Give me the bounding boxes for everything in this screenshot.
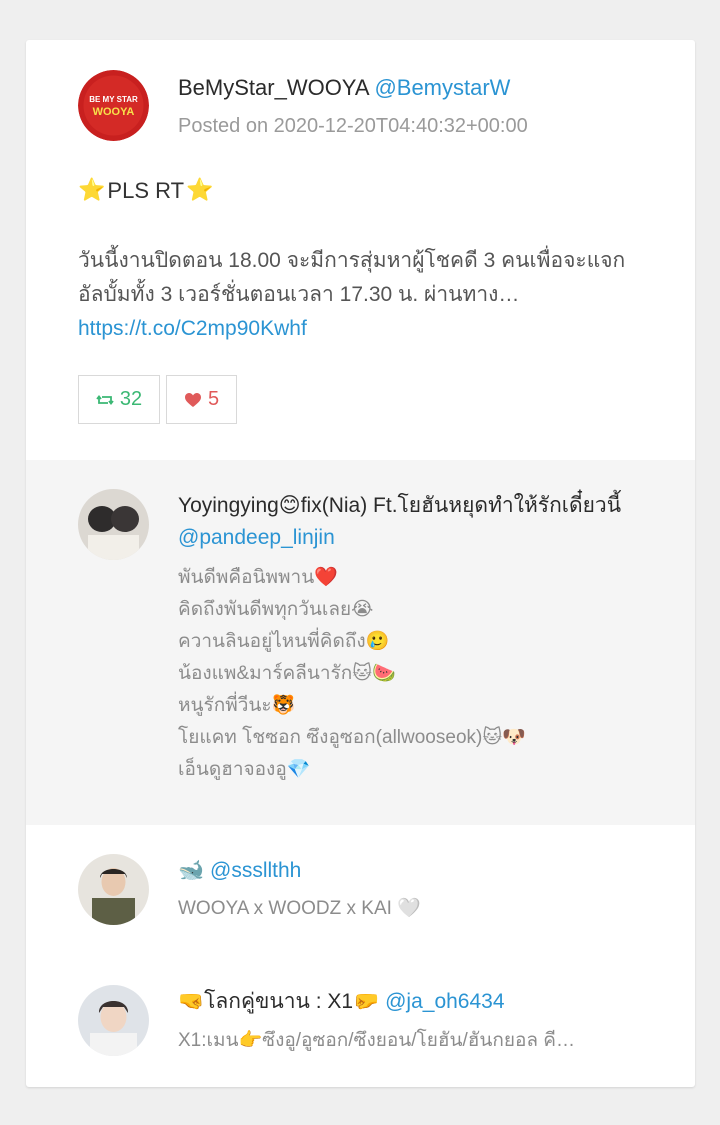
author-display-name[interactable]: BeMyStar_WOOYA: [178, 75, 368, 100]
reply-author-line: 🐋 @sssllthh: [178, 855, 648, 887]
reply-author-line: 🤜โลกคู่ขนาน : X1🤛 @ja_oh6434: [178, 986, 648, 1018]
reply-avatar-image: [78, 489, 149, 560]
reply-text: WOOYA x WOODZ x KAI 🤍: [178, 898, 421, 919]
reply-avatar[interactable]: [78, 854, 149, 925]
author-handle[interactable]: @BemystarW: [374, 75, 510, 100]
reply-avatar-image: [78, 854, 149, 925]
retweet-count: 32: [119, 388, 143, 410]
tweet-text: วันนี้งานปิดตอน 18.00 จะมีการสุ่มหาผู้โช…: [78, 249, 626, 306]
reply-display-name[interactable]: Yoyingying😊fix(Nia) Ft.โยฮันหยุดทำให้รัก…: [178, 494, 621, 517]
reply-display-name[interactable]: 🤜โลกคู่ขนาน : X1🤛: [178, 990, 379, 1013]
reply-handle[interactable]: @sssllthh: [210, 859, 301, 882]
star-icon: ⭐: [78, 178, 106, 203]
reply-author-line: Yoyingying😊fix(Nia) Ft.โยฮันหยุดทำให้รัก…: [178, 490, 648, 554]
like-button[interactable]: 5: [166, 375, 237, 424]
reply-avatar-image: [78, 985, 149, 1056]
author-avatar-image: BE MY STAR WOOYA: [78, 70, 149, 141]
heart-icon: [184, 392, 201, 407]
reply-text: พันดีพคือนิพพาน❤️ คิดถึงพันดีพทุกวันเลย😭…: [178, 567, 526, 780]
reply-handle[interactable]: @ja_oh6434: [385, 990, 504, 1013]
tweet-link[interactable]: https://t.co/C2mp90Kwhf: [78, 317, 307, 340]
reply-display-name[interactable]: 🐋: [178, 859, 204, 882]
reply-avatar[interactable]: [78, 489, 149, 560]
svg-text:WOOYA: WOOYA: [93, 106, 135, 118]
reply-item: Yoyingying😊fix(Nia) Ft.โยฮันหยุดทำให้รัก…: [26, 460, 695, 825]
reply-item: 🤜โลกคู่ขนาน : X1🤛 @ja_oh6434 X1:เมน👉ซึงอ…: [26, 955, 695, 1087]
reply-text: X1:เมน👉ซึงอู/อูซอก/ซึงยอน/โยฮัน/ฮันกยอล …: [178, 1030, 575, 1051]
reply-avatar[interactable]: [78, 985, 149, 1056]
tweet-card: BE MY STAR WOOYA BeMyStar_WOOYA @Bemysta…: [26, 40, 695, 1087]
reply-handle[interactable]: @pandeep_linjin: [178, 526, 335, 549]
headline-text: PLS RT: [107, 178, 185, 203]
author-avatar[interactable]: BE MY STAR WOOYA: [78, 70, 149, 141]
tweet-body: วันนี้งานปิดตอน 18.00 จะมีการสุ่มหาผู้โช…: [78, 244, 658, 346]
svg-text:BE MY STAR: BE MY STAR: [89, 95, 138, 104]
tweet-actions: 32 5: [78, 375, 237, 424]
retweet-button[interactable]: 32: [78, 375, 160, 424]
reply-item: 🐋 @sssllthh WOOYA x WOODZ x KAI 🤍: [26, 825, 695, 955]
like-count: 5: [207, 388, 220, 410]
star-icon: ⭐: [186, 178, 214, 203]
tweet-headline: ⭐ PLS RT ⭐: [78, 177, 213, 205]
author-line: BeMyStar_WOOYA @BemystarW: [178, 74, 510, 102]
posted-timestamp: Posted on 2020-12-20T04:40:32+00:00: [178, 115, 528, 137]
retweet-icon: [96, 394, 114, 405]
